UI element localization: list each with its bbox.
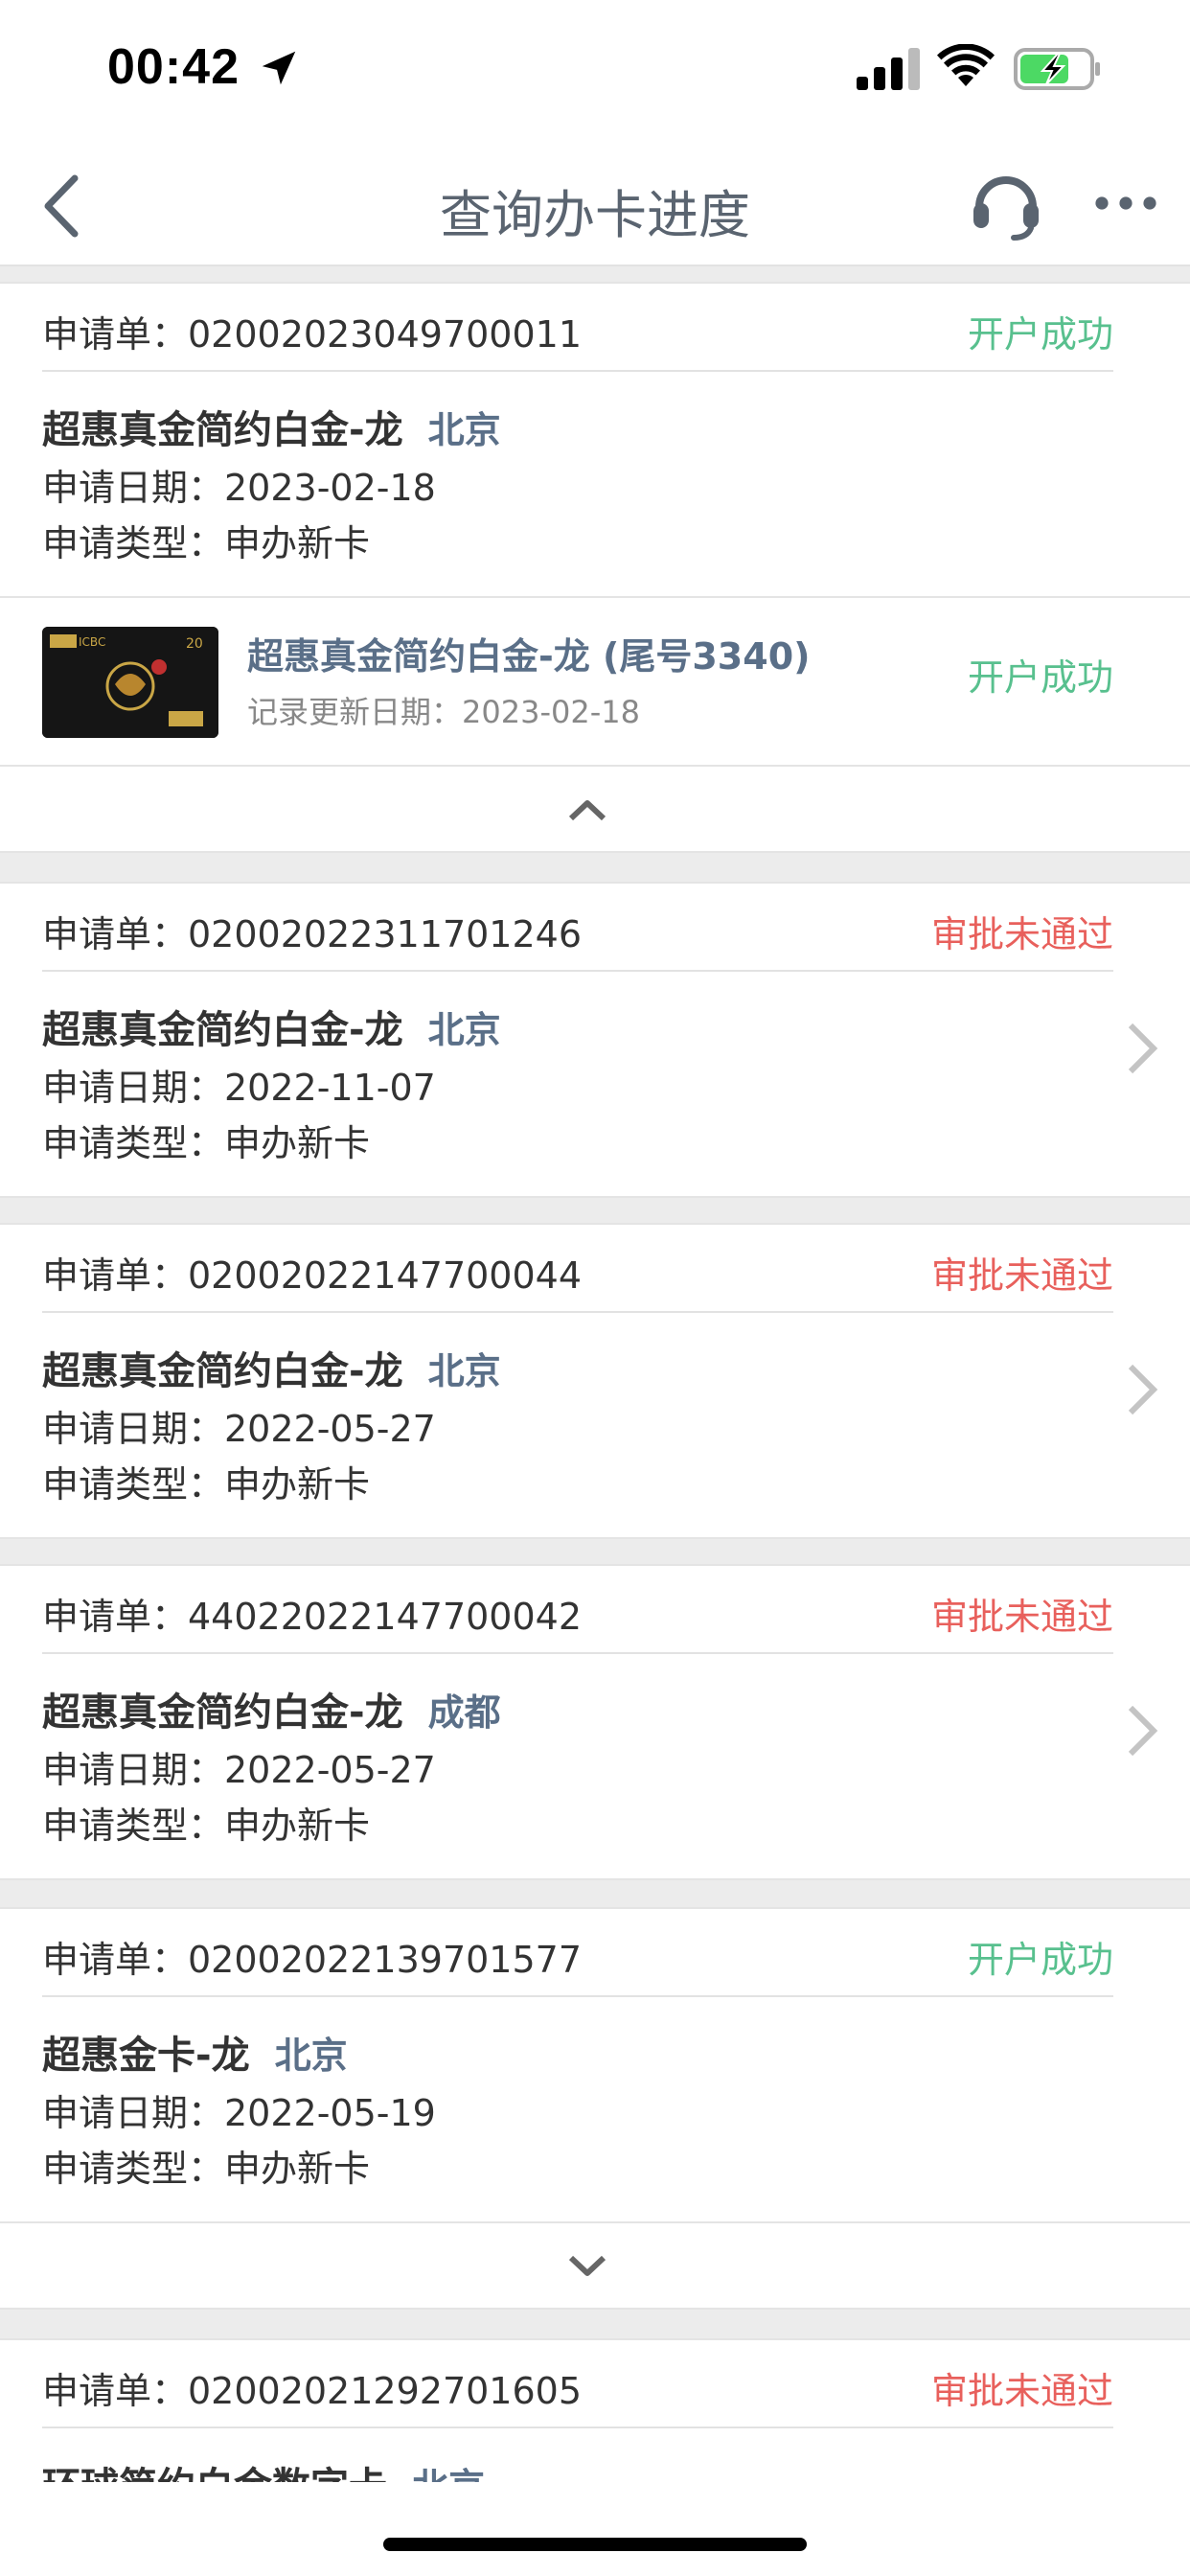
application-card[interactable]: 申请单：02002022311701246 审批未通过 超惠真金简约白金-龙 北京… <box>0 882 1190 1198</box>
bottom-safe-area <box>0 2482 1190 2576</box>
card-product-name: 超惠真金简约白金-龙 北京 <box>42 399 501 454</box>
status-badge: 审批未通过 <box>930 2370 1113 2412</box>
status-badge: 开户成功 <box>967 313 1113 356</box>
application-type: 申请类型：申办新卡 <box>42 1805 371 1847</box>
application-number: 申请单：02002022147700044 <box>42 1254 583 1297</box>
application-header: 申请单：02002022311701246 审批未通过 <box>42 884 1113 972</box>
card-name-text: 超惠真金简约白金-龙 <box>42 1349 403 1393</box>
chevron-right-icon[interactable] <box>1123 1700 1161 1761</box>
status-time: 00:42 <box>107 39 240 95</box>
svg-text:ICBC: ICBC <box>79 635 105 649</box>
card-name-text: 超惠金卡-龙 <box>42 2034 250 2078</box>
application-number: 申请单：02002023049700011 <box>42 313 583 356</box>
application-date: 申请日期：2022-05-19 <box>42 2092 436 2134</box>
chevron-down-icon[interactable] <box>565 2252 609 2281</box>
more-options-icon[interactable] <box>1094 184 1157 222</box>
card-image-icon: ICBC 20 <box>42 627 218 738</box>
application-card[interactable]: 申请单：02002022147700044 审批未通过 超惠真金简约白金-龙 北京… <box>0 1223 1190 1539</box>
application-type: 申请类型：申办新卡 <box>42 522 371 564</box>
card-product-name: 超惠真金简约白金-龙 北京 <box>42 999 501 1054</box>
card-name-text: 超惠真金简约白金-龙 <box>42 1008 403 1052</box>
customer-service-headset-icon[interactable] <box>968 165 1044 242</box>
chevron-up-icon[interactable] <box>565 795 609 824</box>
card-city: 北京 <box>274 2035 348 2077</box>
application-header: 申请单：02002023049700011 开户成功 <box>42 284 1113 372</box>
chevron-right-icon[interactable] <box>1123 1359 1161 1420</box>
card-detail-title: 超惠真金简约白金-龙 (尾号3340) <box>247 635 811 678</box>
application-header: 申请单：44022022147700042 审批未通过 <box>42 1566 1113 1654</box>
card-city: 成都 <box>427 1691 501 1734</box>
status-bar: 00:42 <box>0 0 1190 144</box>
status-badge: 开户成功 <box>967 1939 1113 1981</box>
card-city: 北京 <box>427 409 501 451</box>
card-thumbnail: ICBC 20 <box>42 627 218 738</box>
home-indicator[interactable] <box>383 2538 807 2551</box>
chevron-right-icon[interactable] <box>1123 1018 1161 1079</box>
card-detail-status: 开户成功 <box>967 656 1113 699</box>
card-detail-updated: 记录更新日期：2023-02-18 <box>247 694 640 730</box>
application-number: 申请单：02002022311701246 <box>42 913 583 955</box>
application-card[interactable]: 申请单：02002022139701577 开户成功 超惠金卡-龙 北京 申请日期… <box>0 1907 1190 2223</box>
card-product-name: 超惠真金简约白金-龙 北京 <box>42 1340 501 1395</box>
battery-charging-icon <box>1014 48 1100 90</box>
card-name-text: 超惠真金简约白金-龙 <box>42 1690 403 1735</box>
application-date: 申请日期：2023-02-18 <box>42 467 436 509</box>
card-product-name: 超惠真金简约白金-龙 成都 <box>42 1681 501 1736</box>
application-type: 申请类型：申办新卡 <box>42 2148 371 2190</box>
application-header: 申请单：02002022139701577 开户成功 <box>42 1909 1113 1997</box>
card-detail-row[interactable]: ICBC 20 超惠真金简约白金-龙 (尾号3340) 记录更新日期：2023-… <box>0 598 1190 767</box>
application-number: 申请单：02002022139701577 <box>42 1939 583 1981</box>
cellular-signal-icon <box>857 48 920 90</box>
application-card[interactable]: 申请单：44022022147700042 审批未通过 超惠真金简约白金-龙 成都… <box>0 1564 1190 1880</box>
card-city: 北京 <box>427 1009 501 1051</box>
application-header: 申请单：02002021292701605 审批未通过 <box>42 2340 1113 2428</box>
status-badge: 审批未通过 <box>930 913 1113 955</box>
card-name-text: 超惠真金简约白金-龙 <box>42 408 403 452</box>
nav-bar: 查询办卡进度 <box>0 144 1190 266</box>
status-badge: 审批未通过 <box>930 1254 1113 1297</box>
card-product-name: 超惠金卡-龙 北京 <box>42 2024 348 2080</box>
application-card[interactable]: 申请单：02002023049700011 开户成功 超惠真金简约白金-龙 北京 … <box>0 282 1190 598</box>
location-arrow-icon <box>262 51 296 85</box>
application-number: 申请单：02002021292701605 <box>42 2370 583 2412</box>
application-number: 申请单：44022022147700042 <box>42 1596 583 1638</box>
application-type: 申请类型：申办新卡 <box>42 1463 371 1506</box>
svg-text:20: 20 <box>186 636 203 652</box>
card-city: 北京 <box>427 1350 501 1392</box>
application-date: 申请日期：2022-05-27 <box>42 1408 436 1450</box>
status-badge: 审批未通过 <box>930 1596 1113 1638</box>
application-date: 申请日期：2022-05-27 <box>42 1749 436 1791</box>
expand-toggle[interactable] <box>0 2223 1190 2310</box>
wifi-icon <box>937 44 995 86</box>
application-type: 申请类型：申办新卡 <box>42 1122 371 1164</box>
collapse-toggle[interactable] <box>0 767 1190 853</box>
application-header: 申请单：02002022147700044 审批未通过 <box>42 1225 1113 1313</box>
application-date: 申请日期：2022-11-07 <box>42 1067 436 1109</box>
